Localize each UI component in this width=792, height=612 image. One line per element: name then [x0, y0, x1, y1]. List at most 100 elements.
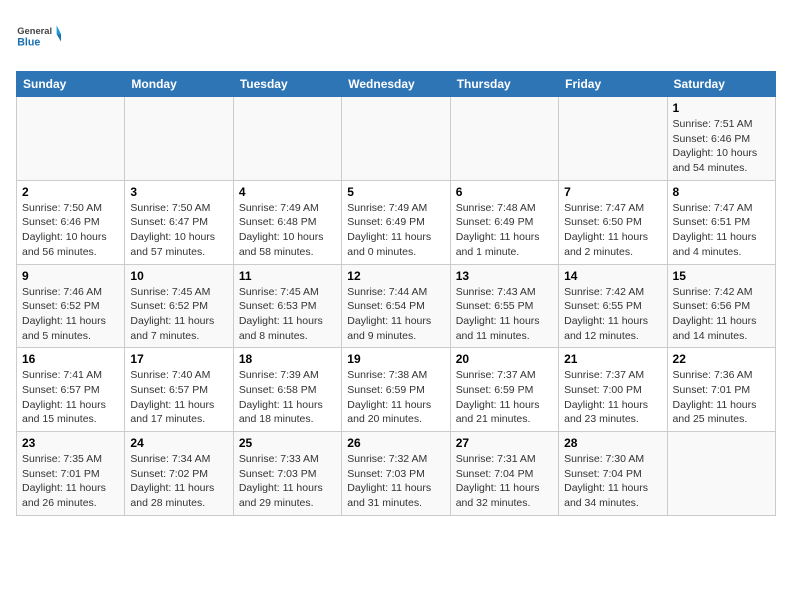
day-info: Sunrise: 7:30 AM Sunset: 7:04 PM Dayligh…	[564, 452, 661, 511]
day-info: Sunrise: 7:41 AM Sunset: 6:57 PM Dayligh…	[22, 368, 119, 427]
calendar-cell: 12 Sunrise: 7:44 AM Sunset: 6:54 PM Dayli…	[342, 264, 450, 348]
day-info: Sunrise: 7:43 AM Sunset: 6:55 PM Dayligh…	[456, 285, 553, 344]
day-number: 28	[564, 436, 661, 450]
calendar-cell: 19 Sunrise: 7:38 AM Sunset: 6:59 PM Dayli…	[342, 348, 450, 432]
day-number: 1	[673, 101, 770, 115]
page-header: General Blue	[16, 16, 776, 61]
day-info: Sunrise: 7:37 AM Sunset: 6:59 PM Dayligh…	[456, 368, 553, 427]
calendar-cell: 22 Sunrise: 7:36 AM Sunset: 7:01 PM Dayli…	[667, 348, 775, 432]
calendar-cell: 9 Sunrise: 7:46 AM Sunset: 6:52 PM Daylig…	[17, 264, 125, 348]
day-number: 4	[239, 185, 336, 199]
logo: General Blue	[16, 16, 66, 61]
calendar-week-row: 9 Sunrise: 7:46 AM Sunset: 6:52 PM Daylig…	[17, 264, 776, 348]
calendar-cell: 15 Sunrise: 7:42 AM Sunset: 6:56 PM Dayli…	[667, 264, 775, 348]
calendar-cell: 18 Sunrise: 7:39 AM Sunset: 6:58 PM Dayli…	[233, 348, 341, 432]
calendar-cell: 1Sunrise: 7:51 AM Sunset: 6:46 PM Daylig…	[667, 97, 775, 181]
calendar-cell: 25Sunrise: 7:33 AM Sunset: 7:03 PM Dayli…	[233, 432, 341, 516]
day-number: 16	[22, 352, 119, 366]
calendar-cell: 16 Sunrise: 7:41 AM Sunset: 6:57 PM Dayli…	[17, 348, 125, 432]
day-number: 8	[673, 185, 770, 199]
calendar-header-row: SundayMondayTuesdayWednesdayThursdayFrid…	[17, 72, 776, 97]
calendar-cell: 26Sunrise: 7:32 AM Sunset: 7:03 PM Dayli…	[342, 432, 450, 516]
day-of-week-header: Monday	[125, 72, 233, 97]
calendar-cell	[450, 97, 558, 181]
calendar-cell: 10 Sunrise: 7:45 AM Sunset: 6:52 PM Dayli…	[125, 264, 233, 348]
day-info: Sunrise: 7:48 AM Sunset: 6:49 PM Dayligh…	[456, 201, 553, 260]
day-of-week-header: Wednesday	[342, 72, 450, 97]
calendar-cell: 13 Sunrise: 7:43 AM Sunset: 6:55 PM Dayli…	[450, 264, 558, 348]
day-info: Sunrise: 7:50 AM Sunset: 6:47 PM Dayligh…	[130, 201, 227, 260]
day-number: 22	[673, 352, 770, 366]
day-info: Sunrise: 7:47 AM Sunset: 6:50 PM Dayligh…	[564, 201, 661, 260]
day-info: Sunrise: 7:42 AM Sunset: 6:56 PM Dayligh…	[673, 285, 770, 344]
calendar-cell	[559, 97, 667, 181]
calendar-cell	[233, 97, 341, 181]
day-of-week-header: Friday	[559, 72, 667, 97]
day-number: 15	[673, 269, 770, 283]
calendar-cell: 4 Sunrise: 7:49 AM Sunset: 6:48 PM Daylig…	[233, 180, 341, 264]
calendar-cell: 3 Sunrise: 7:50 AM Sunset: 6:47 PM Daylig…	[125, 180, 233, 264]
calendar-cell	[125, 97, 233, 181]
svg-text:Blue: Blue	[17, 36, 40, 48]
day-info: Sunrise: 7:37 AM Sunset: 7:00 PM Dayligh…	[564, 368, 661, 427]
day-number: 2	[22, 185, 119, 199]
day-number: 3	[130, 185, 227, 199]
calendar-cell: 17Sunrise: 7:40 AM Sunset: 6:57 PM Dayli…	[125, 348, 233, 432]
calendar-cell	[667, 432, 775, 516]
day-number: 20	[456, 352, 553, 366]
calendar-cell: 27 Sunrise: 7:31 AM Sunset: 7:04 PM Dayli…	[450, 432, 558, 516]
calendar-cell: 8 Sunrise: 7:47 AM Sunset: 6:51 PM Daylig…	[667, 180, 775, 264]
day-number: 27	[456, 436, 553, 450]
day-info: Sunrise: 7:39 AM Sunset: 6:58 PM Dayligh…	[239, 368, 336, 427]
day-number: 10	[130, 269, 227, 283]
day-info: Sunrise: 7:44 AM Sunset: 6:54 PM Dayligh…	[347, 285, 444, 344]
day-number: 17	[130, 352, 227, 366]
day-info: Sunrise: 7:45 AM Sunset: 6:52 PM Dayligh…	[130, 285, 227, 344]
day-number: 7	[564, 185, 661, 199]
day-info: Sunrise: 7:38 AM Sunset: 6:59 PM Dayligh…	[347, 368, 444, 427]
day-number: 13	[456, 269, 553, 283]
day-info: Sunrise: 7:34 AM Sunset: 7:02 PM Dayligh…	[130, 452, 227, 511]
day-number: 12	[347, 269, 444, 283]
calendar-cell: 20 Sunrise: 7:37 AM Sunset: 6:59 PM Dayli…	[450, 348, 558, 432]
calendar-week-row: 2Sunrise: 7:50 AM Sunset: 6:46 PM Daylig…	[17, 180, 776, 264]
calendar-cell	[17, 97, 125, 181]
day-info: Sunrise: 7:49 AM Sunset: 6:49 PM Dayligh…	[347, 201, 444, 260]
day-number: 9	[22, 269, 119, 283]
day-info: Sunrise: 7:42 AM Sunset: 6:55 PM Dayligh…	[564, 285, 661, 344]
calendar-cell	[342, 97, 450, 181]
calendar-cell: 6 Sunrise: 7:48 AM Sunset: 6:49 PM Daylig…	[450, 180, 558, 264]
calendar-cell: 11 Sunrise: 7:45 AM Sunset: 6:53 PM Dayli…	[233, 264, 341, 348]
day-number: 23	[22, 436, 119, 450]
day-number: 18	[239, 352, 336, 366]
day-info: Sunrise: 7:47 AM Sunset: 6:51 PM Dayligh…	[673, 201, 770, 260]
day-number: 24	[130, 436, 227, 450]
day-number: 21	[564, 352, 661, 366]
day-number: 6	[456, 185, 553, 199]
calendar-cell: 14 Sunrise: 7:42 AM Sunset: 6:55 PM Dayli…	[559, 264, 667, 348]
day-info: Sunrise: 7:46 AM Sunset: 6:52 PM Dayligh…	[22, 285, 119, 344]
calendar-week-row: 23 Sunrise: 7:35 AM Sunset: 7:01 PM Dayli…	[17, 432, 776, 516]
day-number: 19	[347, 352, 444, 366]
logo-svg: General Blue	[16, 16, 66, 61]
day-info: Sunrise: 7:36 AM Sunset: 7:01 PM Dayligh…	[673, 368, 770, 427]
calendar-week-row: 16 Sunrise: 7:41 AM Sunset: 6:57 PM Dayli…	[17, 348, 776, 432]
calendar-week-row: 1Sunrise: 7:51 AM Sunset: 6:46 PM Daylig…	[17, 97, 776, 181]
calendar-cell: 5 Sunrise: 7:49 AM Sunset: 6:49 PM Daylig…	[342, 180, 450, 264]
calendar-table: SundayMondayTuesdayWednesdayThursdayFrid…	[16, 71, 776, 516]
day-info: Sunrise: 7:45 AM Sunset: 6:53 PM Dayligh…	[239, 285, 336, 344]
calendar-cell: 28 Sunrise: 7:30 AM Sunset: 7:04 PM Dayli…	[559, 432, 667, 516]
day-info: Sunrise: 7:31 AM Sunset: 7:04 PM Dayligh…	[456, 452, 553, 511]
day-number: 11	[239, 269, 336, 283]
day-number: 14	[564, 269, 661, 283]
day-info: Sunrise: 7:35 AM Sunset: 7:01 PM Dayligh…	[22, 452, 119, 511]
day-of-week-header: Saturday	[667, 72, 775, 97]
day-info: Sunrise: 7:49 AM Sunset: 6:48 PM Dayligh…	[239, 201, 336, 260]
day-info: Sunrise: 7:32 AM Sunset: 7:03 PM Dayligh…	[347, 452, 444, 511]
calendar-cell: 2Sunrise: 7:50 AM Sunset: 6:46 PM Daylig…	[17, 180, 125, 264]
day-of-week-header: Thursday	[450, 72, 558, 97]
calendar-cell: 24 Sunrise: 7:34 AM Sunset: 7:02 PM Dayli…	[125, 432, 233, 516]
calendar-cell: 23 Sunrise: 7:35 AM Sunset: 7:01 PM Dayli…	[17, 432, 125, 516]
day-number: 5	[347, 185, 444, 199]
svg-text:General: General	[17, 26, 52, 36]
